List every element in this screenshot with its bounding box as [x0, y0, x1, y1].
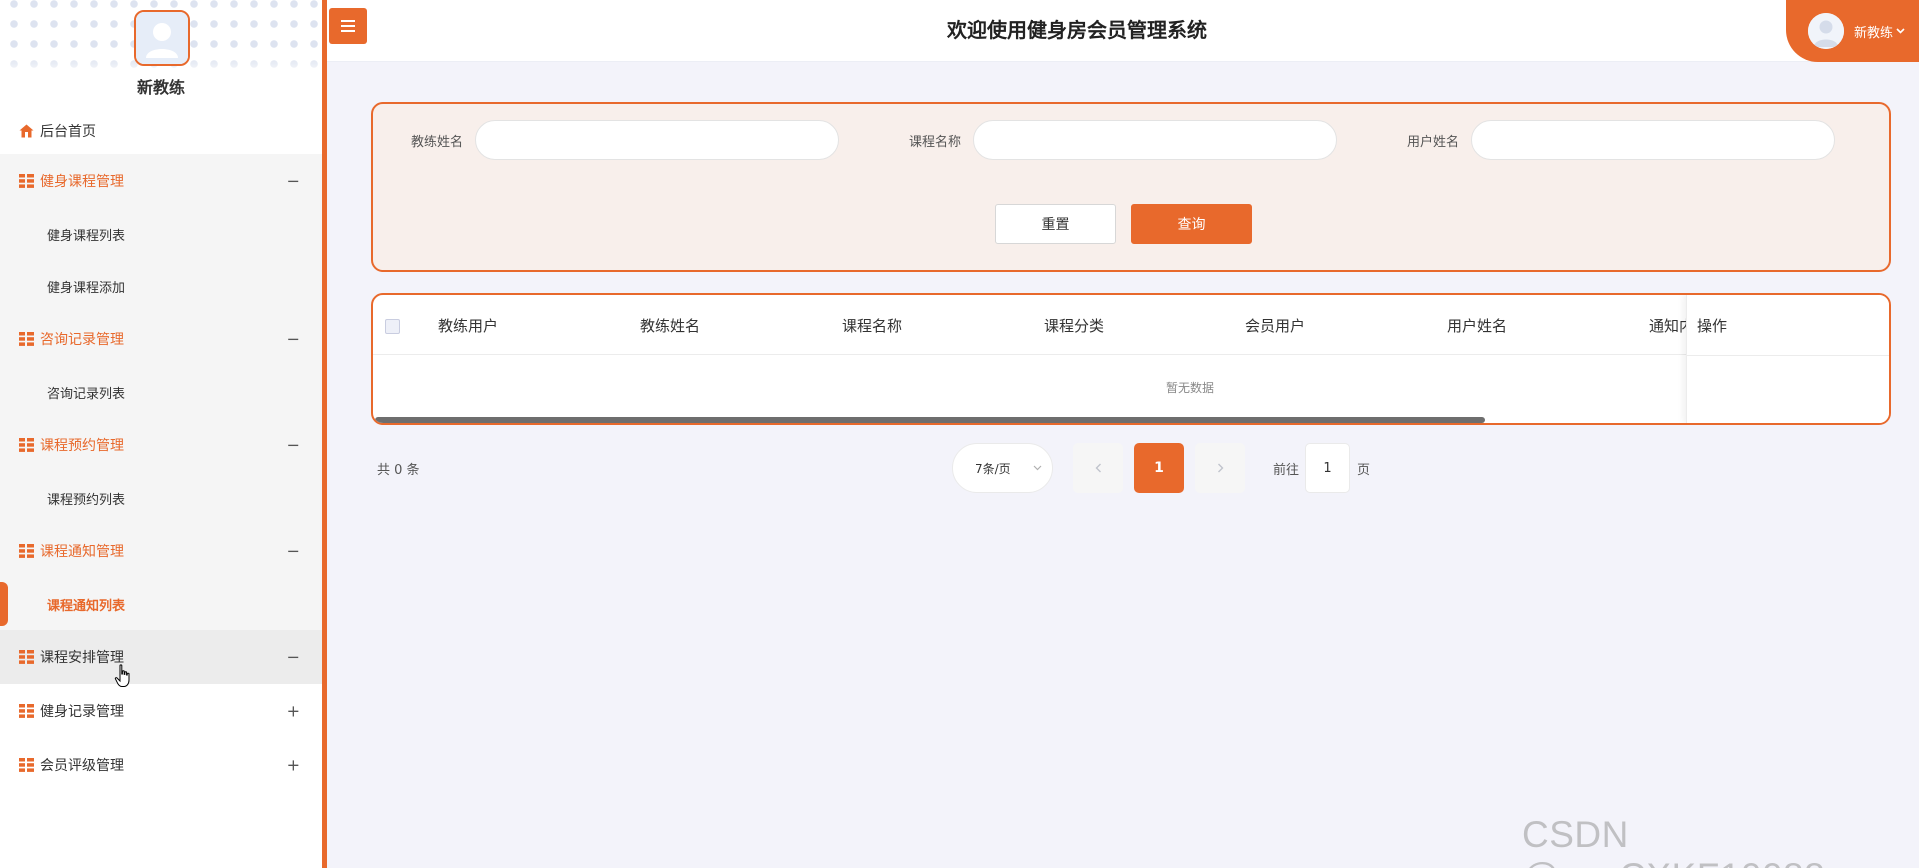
menu-group-header-schedule[interactable]: 课程安排管理 − [0, 630, 322, 684]
app-title: 欢迎使用健身房会员管理系统 [947, 18, 1207, 42]
collapse-icon[interactable]: − [287, 172, 300, 191]
course-name-input[interactable] [973, 120, 1337, 160]
search-field-coach-name: 教练姓名 [393, 120, 839, 160]
chevron-down-icon [1033, 465, 1042, 471]
page-size-value: 7条/页 [975, 461, 1011, 476]
watermark-text: CSDN @vx_CXKF10088 [1522, 814, 1825, 868]
menu-group-header-member-rating[interactable]: 会员评级管理 + [0, 738, 322, 792]
grid-icon [19, 438, 34, 452]
sidebar-menu: 后台首页 健身课程管理 − 健身课程列表 健身课程添加 咨询记录管理 − 咨询记… [0, 108, 322, 792]
collapse-icon[interactable]: − [287, 330, 300, 349]
sidebar-item-reservation-list[interactable]: 课程预约列表 [0, 472, 322, 524]
search-field-user-name: 用户姓名 [1389, 120, 1835, 160]
menu-group-header-notification[interactable]: 课程通知管理 − [0, 524, 322, 578]
menu-group-header-consultation[interactable]: 咨询记录管理 − [0, 312, 322, 366]
top-bar: 欢迎使用健身房会员管理系统 新教练 [327, 0, 1919, 62]
search-field-course-name: 课程名称 [891, 120, 1337, 160]
expand-icon[interactable]: + [287, 702, 300, 721]
chevron-down-icon [1896, 28, 1905, 34]
avatar-icon [136, 12, 188, 64]
select-all-checkbox[interactable] [385, 319, 400, 334]
sidebar: 新教练 后台首页 健身课程管理 − 健身课程列表 健身课程添加 咨询记录管理 −… [0, 0, 327, 868]
menu-group-fitness-courses: 健身课程管理 − 健身课程列表 健身课程添加 [0, 154, 322, 312]
goto-label: 前往 [1273, 463, 1300, 478]
grid-icon [19, 174, 34, 188]
coach-name-input[interactable] [475, 120, 839, 160]
menu-group-label: 健身记录管理 [40, 704, 124, 720]
user-name: 新教练 [1854, 25, 1894, 41]
field-label: 教练姓名 [410, 134, 463, 150]
menu-group-consultation: 咨询记录管理 − 咨询记录列表 [0, 312, 322, 418]
menu-group-reservation: 课程预约管理 − 课程预约列表 [0, 418, 322, 524]
menu-group-header-reservation[interactable]: 课程预约管理 − [0, 418, 322, 472]
menu-group-member-rating: 会员评级管理 + [0, 738, 322, 792]
goto-suffix: 页 [1357, 463, 1371, 478]
collapse-icon[interactable]: − [287, 648, 300, 667]
column-header: 教练用户 [438, 316, 499, 335]
menu-group-label: 会员评级管理 [40, 758, 124, 774]
menu-group-label: 课程安排管理 [40, 650, 124, 666]
expand-icon[interactable]: + [287, 756, 300, 775]
user-menu[interactable]: 新教练 [1786, 0, 1919, 62]
sidebar-item-consultation-list[interactable]: 咨询记录列表 [0, 366, 322, 418]
field-label: 课程名称 [908, 134, 961, 150]
grid-icon [19, 332, 34, 346]
user-name-input[interactable] [1471, 120, 1835, 160]
page-number-current[interactable]: 1 [1134, 443, 1184, 493]
row-divider [1687, 355, 1889, 356]
grid-icon [19, 704, 34, 718]
user-avatar [134, 10, 190, 66]
menu-group-header-fitness-records[interactable]: 健身记录管理 + [0, 684, 322, 738]
menu-group-schedule: 课程安排管理 − [0, 630, 322, 684]
grid-icon [19, 650, 34, 664]
home-icon [19, 124, 34, 138]
total-count: 共 0 条 [377, 463, 420, 478]
fixed-operations-column: 操作 [1686, 295, 1889, 423]
reset-button[interactable]: 重置 [995, 204, 1116, 244]
sidebar-username: 新教练 [136, 78, 185, 97]
menu-group-notification: 课程通知管理 − 课程通知列表 [0, 524, 322, 630]
column-header: 课程分类 [1044, 316, 1105, 335]
column-header: 会员用户 [1245, 316, 1306, 335]
collapse-icon[interactable]: − [287, 542, 300, 561]
goto-page-input[interactable]: 1 [1305, 443, 1350, 493]
menu-group-header-fitness-courses[interactable]: 健身课程管理 − [0, 154, 322, 208]
menu-group-label: 课程通知管理 [40, 544, 124, 560]
chevron-right-icon [1217, 463, 1223, 473]
field-label: 用户姓名 [1406, 134, 1459, 150]
menu-group-label: 课程预约管理 [40, 438, 124, 454]
sidebar-item-course-add[interactable]: 健身课程添加 [0, 260, 322, 312]
menu-group-label: 咨询记录管理 [40, 332, 124, 348]
sidebar-item-course-list[interactable]: 健身课程列表 [0, 208, 322, 260]
next-page-button[interactable] [1195, 443, 1245, 493]
grid-icon [19, 544, 34, 558]
prev-page-button[interactable] [1073, 443, 1123, 493]
empty-state-text: 暂无数据 [1165, 381, 1214, 395]
menu-group-label: 健身课程管理 [40, 174, 124, 190]
collapse-icon[interactable]: − [287, 436, 300, 455]
avatar-icon [1808, 13, 1844, 49]
grid-icon [19, 758, 34, 772]
data-table: 教练用户 教练姓名 课程名称 课程分类 会员用户 用户姓名 通知内容 暂无数据 … [371, 293, 1891, 425]
column-header: 教练姓名 [640, 316, 701, 335]
search-panel: 教练姓名 课程名称 用户姓名 重置 查询 [371, 102, 1891, 272]
query-button[interactable]: 查询 [1131, 204, 1252, 244]
horizontal-scrollbar[interactable] [375, 417, 1485, 423]
sidebar-item-label: 后台首页 [40, 124, 96, 140]
chevron-left-icon [1095, 463, 1101, 473]
sidebar-item-notification-list[interactable]: 课程通知列表 [0, 578, 322, 630]
hand-cursor-icon [114, 664, 130, 687]
menu-group-fitness-records: 健身记录管理 + [0, 684, 322, 738]
column-header-operations: 操作 [1697, 316, 1728, 335]
column-header: 用户姓名 [1447, 316, 1508, 335]
page-size-select[interactable]: 7条/页 [952, 443, 1053, 493]
user-avatar-small [1808, 13, 1844, 49]
sidebar-item-home[interactable]: 后台首页 [0, 108, 322, 154]
column-header: 课程名称 [842, 316, 903, 335]
table-header: 教练用户 教练姓名 课程名称 课程分类 会员用户 用户姓名 通知内容 [373, 295, 1889, 355]
